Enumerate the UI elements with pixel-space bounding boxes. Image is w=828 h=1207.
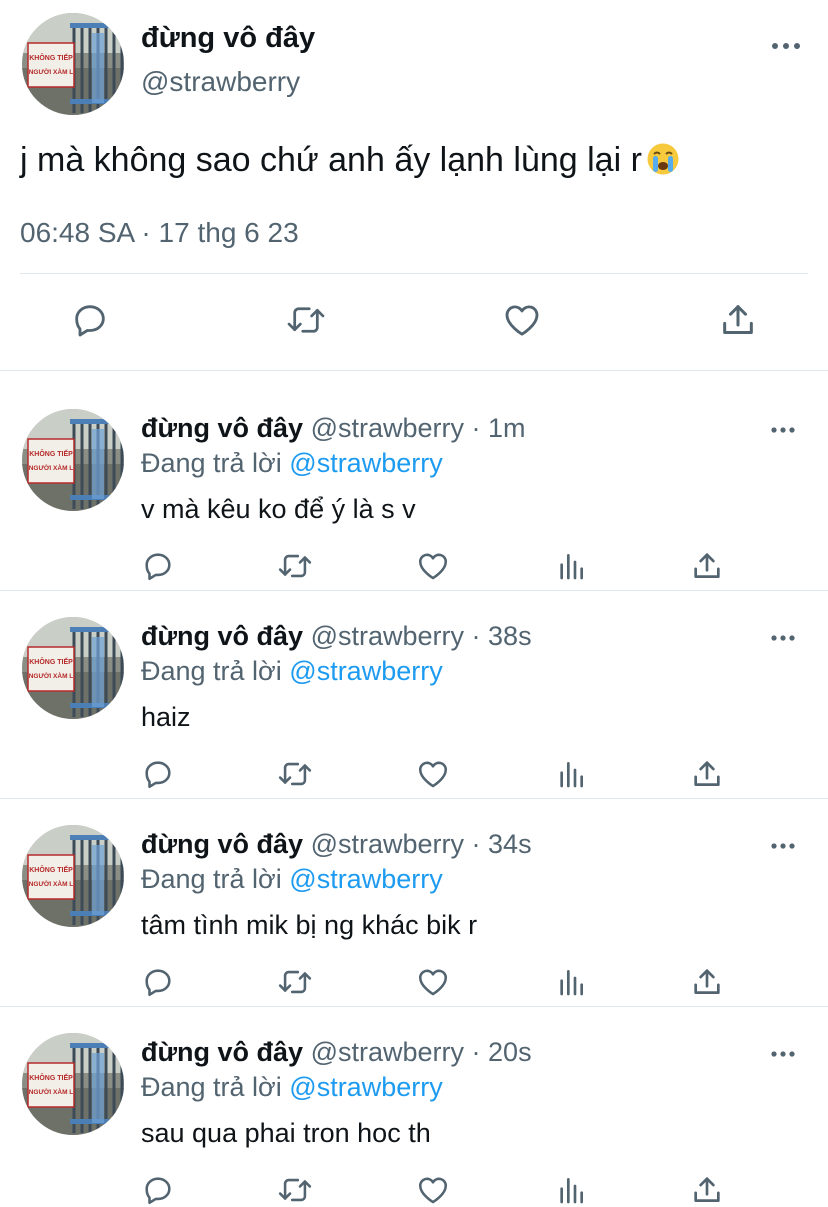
share-icon[interactable] — [718, 300, 758, 340]
handle[interactable]: @strawberry — [311, 413, 464, 443]
avatar-sign-line2: NGƯỜI XÀM L — [29, 67, 74, 76]
reply-header: đừng vô đây @strawberry · 34s — [141, 829, 532, 860]
handle[interactable]: @strawberry — [141, 66, 300, 98]
replying-to: Đang trả lời @strawberry — [141, 864, 443, 895]
replying-prefix: Đang trả lời — [141, 448, 282, 478]
avatar[interactable]: KHÔNG TIẾP NGƯỜI XÀM L — [22, 409, 124, 511]
replying-to: Đang trả lời @strawberry — [141, 448, 443, 479]
analytics-icon[interactable] — [555, 965, 587, 999]
divider — [0, 370, 828, 371]
more-options-icon[interactable] — [768, 837, 798, 855]
reply-text: sau qua phai tron hoc th — [141, 1118, 431, 1148]
analytics-icon[interactable] — [555, 757, 587, 791]
replying-prefix: Đang trả lời — [141, 656, 282, 686]
reply-tweet[interactable]: KHÔNG TIẾP NGƯỜI XÀM L đừng vô đây @stra… — [0, 799, 828, 1007]
share-icon[interactable] — [690, 757, 724, 791]
dot-separator: · — [464, 829, 489, 859]
mention-link[interactable]: @strawberry — [289, 656, 442, 686]
reply-icon[interactable] — [141, 549, 175, 583]
like-icon[interactable] — [501, 300, 543, 340]
replying-prefix: Đang trả lời — [141, 1072, 282, 1102]
reply-header: đừng vô đây @strawberry · 38s — [141, 621, 532, 652]
reply-icon[interactable] — [141, 965, 175, 999]
display-name[interactable]: đừng vô đây — [141, 1037, 303, 1067]
avatar-sign-line2: NGƯỜI XÀM L — [29, 463, 74, 472]
tweet-timestamp[interactable]: 06:48 SA · 17 thg 6 23 — [20, 217, 299, 249]
reply-time[interactable]: 1m — [488, 413, 526, 443]
handle[interactable]: @strawberry — [311, 621, 464, 651]
divider — [20, 273, 808, 274]
like-icon[interactable] — [415, 965, 451, 999]
more-options-icon[interactable] — [768, 36, 804, 56]
avatar-sign-line2: NGƯỜI XÀM L — [29, 671, 74, 680]
reply-text: v mà kêu ko để ý là s v — [141, 494, 416, 524]
tweet-text-content: j mà không sao chứ anh ấy lạnh lùng lại … — [20, 141, 642, 179]
analytics-icon[interactable] — [555, 1173, 587, 1207]
like-icon[interactable] — [415, 757, 451, 791]
retweet-icon[interactable] — [276, 965, 314, 999]
tweet-text: j mà không sao chứ anh ấy lạnh lùng lại … — [20, 141, 680, 185]
retweet-icon[interactable] — [285, 300, 327, 340]
avatar-sign-line2: NGƯỜI XÀM L — [29, 879, 74, 888]
reply-icon[interactable] — [70, 300, 110, 340]
avatar-sign-line2: NGƯỜI XÀM L — [29, 1087, 74, 1096]
reply-time[interactable]: 20s — [488, 1037, 532, 1067]
display-name[interactable]: đừng vô đây — [141, 621, 303, 651]
replying-to: Đang trả lời @strawberry — [141, 1072, 443, 1103]
more-options-icon[interactable] — [768, 421, 798, 439]
avatar[interactable]: KHÔNG TIẾP NGƯỜI XÀM L — [22, 13, 124, 115]
loudly-crying-face-icon — [646, 142, 680, 185]
avatar[interactable]: KHÔNG TIẾP NGƯỜI XÀM L — [22, 617, 124, 719]
share-icon[interactable] — [690, 965, 724, 999]
dot-separator: · — [464, 413, 489, 443]
retweet-icon[interactable] — [276, 549, 314, 583]
reply-icon[interactable] — [141, 757, 175, 791]
reply-tweet[interactable]: KHÔNG TIẾP NGƯỜI XÀM L đừng vô đây @stra… — [0, 591, 828, 799]
main-tweet: KHÔNG TIẾP NGƯỜI XÀM L đừng vô đây @stra… — [0, 0, 828, 370]
retweet-icon[interactable] — [276, 1173, 314, 1207]
reply-header: đừng vô đây @strawberry · 1m — [141, 413, 526, 444]
reply-tweet[interactable]: KHÔNG TIẾP NGƯỜI XÀM L đừng vô đây @stra… — [0, 1007, 828, 1205]
display-name[interactable]: đừng vô đây — [141, 413, 303, 443]
share-icon[interactable] — [690, 549, 724, 583]
like-icon[interactable] — [415, 549, 451, 583]
replying-to: Đang trả lời @strawberry — [141, 656, 443, 687]
more-options-icon[interactable] — [768, 1045, 798, 1063]
display-name[interactable]: đừng vô đây — [141, 22, 315, 55]
reply-time[interactable]: 34s — [488, 829, 532, 859]
avatar[interactable]: KHÔNG TIẾP NGƯỜI XÀM L — [22, 1033, 124, 1135]
reply-header: đừng vô đây @strawberry · 20s — [141, 1037, 532, 1068]
share-icon[interactable] — [690, 1173, 724, 1207]
mention-link[interactable]: @strawberry — [289, 448, 442, 478]
reply-tweet[interactable]: KHÔNG TIẾP NGƯỜI XÀM L đừng vô đây @stra… — [0, 383, 828, 591]
replying-prefix: Đang trả lời — [141, 864, 282, 894]
display-name[interactable]: đừng vô đây — [141, 829, 303, 859]
dot-separator: · — [464, 621, 489, 651]
retweet-icon[interactable] — [276, 757, 314, 791]
analytics-icon[interactable] — [555, 549, 587, 583]
avatar[interactable]: KHÔNG TIẾP NGƯỜI XÀM L — [22, 825, 124, 927]
like-icon[interactable] — [415, 1173, 451, 1207]
mention-link[interactable]: @strawberry — [289, 864, 442, 894]
handle[interactable]: @strawberry — [311, 829, 464, 859]
reply-icon[interactable] — [141, 1173, 175, 1207]
more-options-icon[interactable] — [768, 629, 798, 647]
mention-link[interactable]: @strawberry — [289, 1072, 442, 1102]
reply-text: tâm tình mik bị ng khác bik r — [141, 910, 478, 940]
reply-text: haiz — [141, 702, 191, 732]
reply-time[interactable]: 38s — [488, 621, 532, 651]
dot-separator: · — [464, 1037, 489, 1067]
handle[interactable]: @strawberry — [311, 1037, 464, 1067]
